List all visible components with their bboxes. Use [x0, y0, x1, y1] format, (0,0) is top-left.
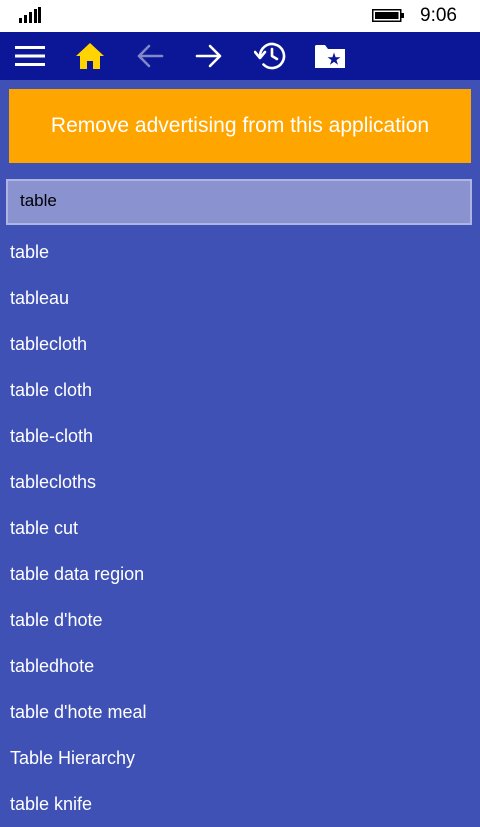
home-icon	[76, 43, 104, 69]
suggestion-item[interactable]: table d'hote	[0, 597, 480, 643]
suggestion-item[interactable]: tabledhote	[0, 643, 480, 689]
favorites-button[interactable]	[306, 32, 354, 80]
suggestion-item[interactable]: tableau	[0, 275, 480, 321]
status-bar: 9:06	[0, 0, 480, 32]
suggestion-item[interactable]: table-cloth	[0, 413, 480, 459]
back-button[interactable]	[126, 32, 174, 80]
history-button[interactable]	[246, 32, 294, 80]
suggestion-item[interactable]: table d'hote meal	[0, 689, 480, 735]
suggestion-list: table tableau tablecloth table cloth tab…	[0, 229, 480, 827]
battery-icon	[372, 9, 404, 22]
favorites-folder-icon	[315, 45, 345, 68]
suggestion-item[interactable]: tablecloths	[0, 459, 480, 505]
suggestion-item[interactable]: tablecloth	[0, 321, 480, 367]
suggestion-item[interactable]: table cut	[0, 505, 480, 551]
forward-arrow-icon	[195, 44, 222, 68]
suggestion-item[interactable]: table data region	[0, 551, 480, 597]
suggestion-item[interactable]: Table Hierarchy	[0, 735, 480, 781]
clock: 9:06	[420, 5, 457, 26]
forward-button[interactable]	[185, 32, 233, 80]
back-arrow-icon	[137, 44, 164, 68]
signal-strength-icon	[19, 7, 41, 23]
home-button[interactable]	[66, 32, 114, 80]
remove-ads-label: Remove advertising from this application	[50, 114, 430, 137]
search-input[interactable]: table	[6, 179, 472, 225]
remove-ads-banner[interactable]: Remove advertising from this application	[9, 89, 471, 163]
menu-button[interactable]	[6, 32, 54, 80]
suggestion-item[interactable]: table knife	[0, 781, 480, 827]
hamburger-menu-icon	[15, 46, 45, 66]
history-icon	[254, 42, 286, 70]
suggestion-item[interactable]: table cloth	[0, 367, 480, 413]
main-content: Remove advertising from this application…	[0, 80, 480, 814]
toolbar	[0, 32, 480, 80]
suggestion-item[interactable]: table	[0, 229, 480, 275]
